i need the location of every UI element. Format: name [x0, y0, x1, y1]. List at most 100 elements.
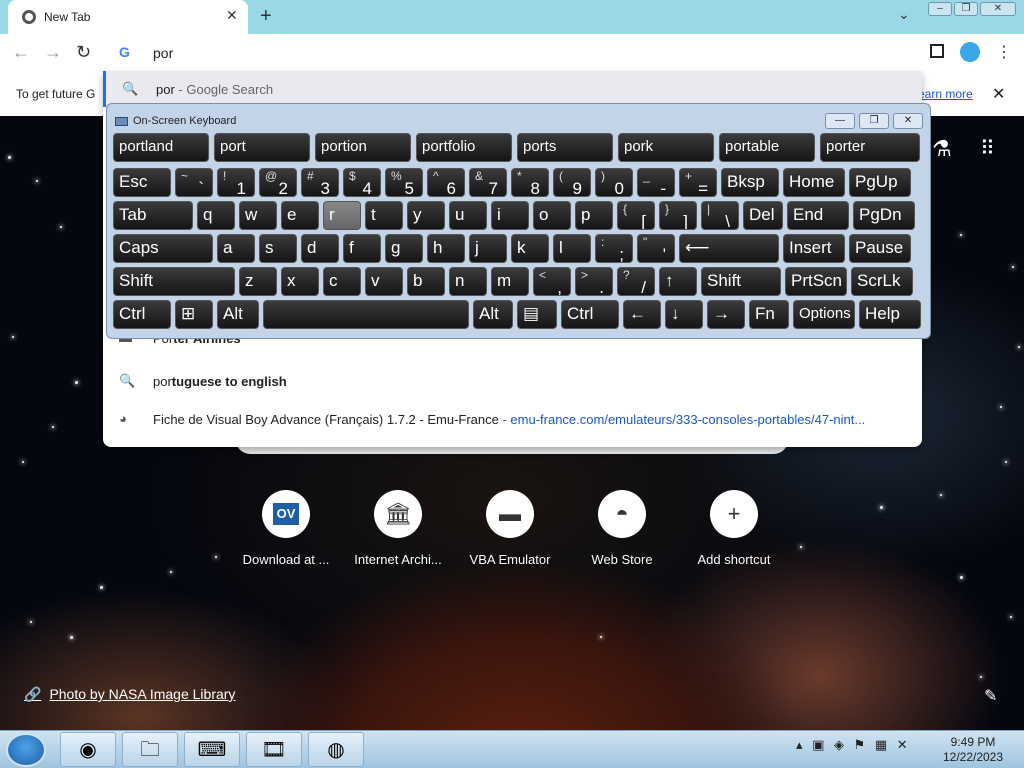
key-pork[interactable]: pork	[618, 133, 714, 162]
suggestion-row[interactable]: 🔍 portuguese to english	[103, 363, 922, 399]
key-Esc[interactable]: Esc	[113, 168, 171, 197]
restore-button[interactable]: ❐	[954, 2, 978, 16]
photo-credit-text[interactable]: Photo by NASA Image Library	[49, 686, 235, 702]
key-Alt[interactable]: Alt	[217, 300, 259, 329]
reload-icon[interactable]: ↻	[76, 42, 91, 63]
key-Bksp[interactable]: Bksp	[721, 168, 779, 197]
key-portfolio[interactable]: portfolio	[416, 133, 512, 162]
key-u[interactable]: u	[449, 201, 487, 230]
clock[interactable]: 9:49 PM 12/22/2023	[934, 735, 1012, 765]
info-bar-close-button[interactable]: ✕	[992, 84, 1005, 104]
shortcut-tile[interactable]: OV Download at ...	[230, 490, 342, 567]
key-Shift[interactable]: Shift	[113, 267, 235, 296]
shortcut-tile[interactable]: ▬ VBA Emulator	[454, 490, 566, 567]
key-g[interactable]: g	[385, 234, 423, 263]
key-space[interactable]: ? /	[617, 267, 655, 296]
shortcut-tile[interactable]: ◓ Web Store	[566, 490, 678, 567]
key-PgDn[interactable]: PgDn	[853, 201, 915, 230]
key-t[interactable]: t	[365, 201, 403, 230]
key-w[interactable]: w	[239, 201, 277, 230]
media-taskbar-icon[interactable]: 🎞	[246, 732, 302, 767]
key-n[interactable]: n	[449, 267, 487, 296]
key-b[interactable]: b	[407, 267, 445, 296]
key-j[interactable]: j	[469, 234, 507, 263]
key-s[interactable]: s	[259, 234, 297, 263]
key-space[interactable]: →	[707, 300, 745, 329]
key-x[interactable]: x	[281, 267, 319, 296]
suggestion-row[interactable]: 🔍 por - Google Search	[103, 71, 922, 107]
osk-close-button[interactable]: ✕	[893, 113, 923, 129]
key-space[interactable]: ▤	[517, 300, 557, 329]
key-6[interactable]: ^ 6	[427, 168, 465, 197]
key-Insert[interactable]: Insert	[783, 234, 845, 263]
key-space[interactable]: ←	[623, 300, 661, 329]
key-9[interactable]: (9	[553, 168, 591, 197]
key-5[interactable]: % 5	[385, 168, 423, 197]
key-r[interactable]: r	[323, 201, 361, 230]
key-portland[interactable]: portland	[113, 133, 209, 162]
address-bar[interactable]: G por	[103, 34, 922, 71]
key-Del[interactable]: Del	[743, 201, 783, 230]
key-ScrLk[interactable]: ScrLk	[851, 267, 913, 296]
key-0[interactable]: ) 0	[595, 168, 633, 197]
key-a[interactable]: a	[217, 234, 255, 263]
tab-new-tab[interactable]: New Tab ✕	[8, 0, 248, 34]
tab-close-button[interactable]: ✕	[226, 7, 238, 24]
key-space[interactable]: <,	[533, 267, 571, 296]
key-1[interactable]: ! 1	[217, 168, 255, 197]
key-space[interactable]: ↑	[659, 267, 697, 296]
key-portion[interactable]: portion	[315, 133, 411, 162]
key-Options[interactable]: Options	[793, 300, 855, 329]
key-space[interactable]	[263, 300, 469, 329]
key-p[interactable]: p	[575, 201, 613, 230]
key-i[interactable]: i	[491, 201, 529, 230]
key-Pause[interactable]: Pause	[849, 234, 911, 263]
key-y[interactable]: y	[407, 201, 445, 230]
key-space[interactable]: >.	[575, 267, 613, 296]
chrome-taskbar-icon[interactable]: ◉	[60, 732, 116, 767]
forward-icon[interactable]: →	[44, 42, 62, 63]
key-End[interactable]: End	[787, 201, 849, 230]
key-space[interactable]: | \	[701, 201, 739, 230]
suggestion-row[interactable]: ◕ Fiche de Visual Boy Advance (Français) …	[103, 401, 922, 437]
key-Tab[interactable]: Tab	[113, 201, 193, 230]
apps-grid-icon[interactable]: ⠿	[980, 136, 995, 161]
key-space[interactable]: ~ `	[175, 168, 213, 197]
key-space[interactable]: ⟵	[679, 234, 779, 263]
key-z[interactable]: z	[239, 267, 277, 296]
key-3[interactable]: #3	[301, 168, 339, 197]
key-Home[interactable]: Home	[783, 168, 845, 197]
back-icon[interactable]: ←	[12, 42, 30, 63]
key-c[interactable]: c	[323, 267, 361, 296]
shortcut-tile[interactable]: 🏛 Internet Archi...	[342, 490, 454, 567]
key-PrtScn[interactable]: PrtScn	[785, 267, 847, 296]
system-tray[interactable]: ▴ ▣ ◈ ⚑ ▦ ✕	[796, 737, 911, 753]
profile-avatar[interactable]	[960, 42, 980, 62]
key-Alt[interactable]: Alt	[473, 300, 513, 329]
start-button[interactable]	[6, 733, 46, 767]
key-2[interactable]: @2	[259, 168, 297, 197]
key-8[interactable]: * 8	[511, 168, 549, 197]
key-m[interactable]: m	[491, 267, 529, 296]
key-Ctrl[interactable]: Ctrl	[113, 300, 171, 329]
key-space[interactable]: + =	[679, 168, 717, 197]
key-o[interactable]: o	[533, 201, 571, 230]
menu-icon[interactable]: ⋮	[996, 42, 1012, 62]
key-Shift[interactable]: Shift	[701, 267, 781, 296]
new-tab-button[interactable]: +	[260, 5, 272, 28]
learn-more-link[interactable]: earn more	[918, 87, 973, 101]
address-input[interactable]: por	[153, 45, 173, 61]
explorer-taskbar-icon[interactable]: 🗀	[122, 732, 178, 767]
key-PgUp[interactable]: PgUp	[849, 168, 911, 197]
customize-pencil-icon[interactable]: ✎	[984, 686, 997, 706]
key-porter[interactable]: porter	[820, 133, 920, 162]
photo-credit[interactable]: 🔗 Photo by NASA Image Library	[24, 686, 235, 703]
key-e[interactable]: e	[281, 201, 319, 230]
key-4[interactable]: $4	[343, 168, 381, 197]
osk-taskbar-icon[interactable]: ⌨	[184, 732, 240, 767]
key-port[interactable]: port	[214, 133, 310, 162]
key-space[interactable]: ↓	[665, 300, 703, 329]
side-panel-icon[interactable]	[930, 44, 944, 58]
key-Help[interactable]: Help	[859, 300, 921, 329]
osk-minimize-button[interactable]: —	[825, 113, 855, 129]
